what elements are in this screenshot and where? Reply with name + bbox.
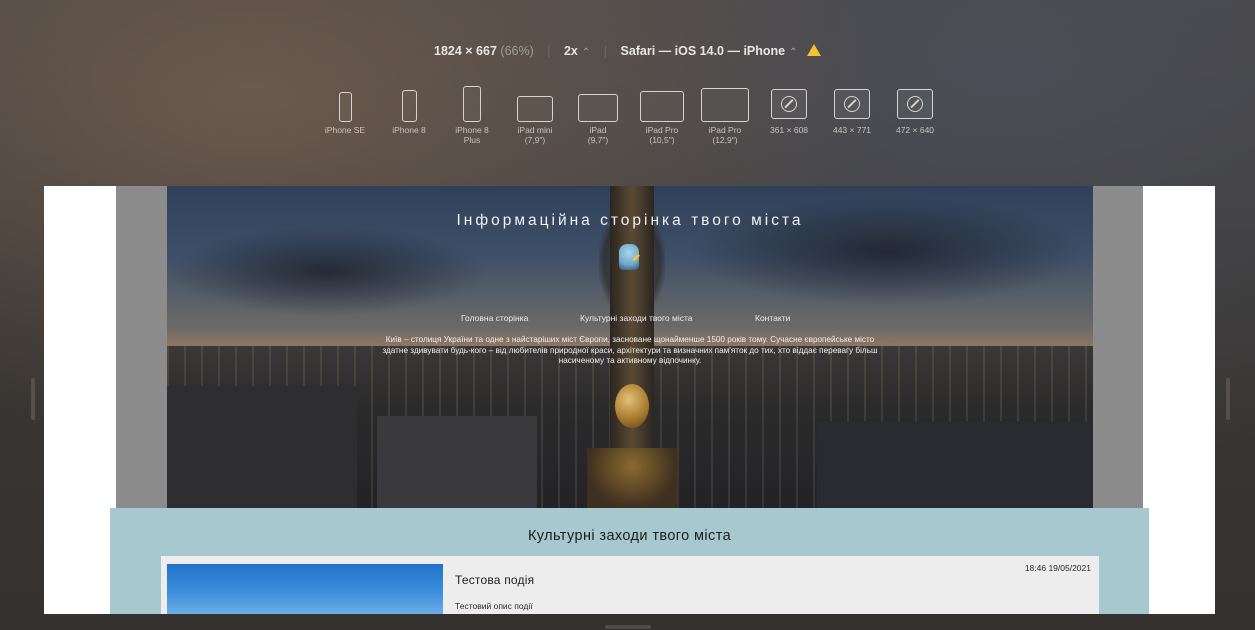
phone-icon <box>463 86 481 122</box>
device-label: iPhone SE <box>324 125 366 135</box>
tablet-icon <box>517 96 553 122</box>
pixel-ratio-label: 2x <box>563 44 578 58</box>
phone-icon <box>401 90 417 122</box>
tablet-icon <box>578 94 618 122</box>
warning-icon[interactable] <box>807 44 821 56</box>
device-custom-443x771[interactable]: 443 × 771 <box>817 86 887 135</box>
events-section: Культурні заходи твого міста Тестова под… <box>110 508 1149 614</box>
device-ipad[interactable]: iPad (9,7") <box>563 86 633 145</box>
page-preview: Інформаційна сторінка твого міста Головн… <box>44 186 1215 614</box>
user-agent-label: Safari — iOS 14.0 — iPhone <box>620 44 786 58</box>
main-nav: Головна сторінка Культурні заходи твого … <box>167 313 1093 327</box>
device-iphone-8-plus[interactable]: iPhone 8 Plus <box>437 86 507 145</box>
resolution-label: 1824 × 667 <box>434 44 497 58</box>
device-label: 443 × 771 <box>832 125 872 135</box>
chevron-updown-icon: ⌃ <box>581 47 591 58</box>
device-label: 361 × 608 <box>769 125 809 135</box>
zoom-label: (66%) <box>500 44 534 58</box>
logo-icon <box>619 244 639 270</box>
device-iphone-8[interactable]: iPhone 8 <box>374 86 444 135</box>
device-ipad-pro-10[interactable]: iPad Pro (10,5") <box>627 86 697 145</box>
device-presets: iPhone SE iPhone 8 iPhone 8 Plus iPad mi… <box>0 86 1255 156</box>
responsive-toolbar-info: 1824 × 667 (66%) | 2x ⌃ | Safari — iOS 14… <box>0 44 1255 58</box>
event-datetime: 18:46 19/05/2021 <box>1024 563 1091 573</box>
device-ipad-pro-12[interactable]: iPad Pro (12,9") <box>690 86 760 145</box>
user-agent-selector[interactable]: Safari — iOS 14.0 — iPhone ⌃ <box>620 44 797 58</box>
chevron-updown-icon: ⌃ <box>789 47 798 58</box>
device-label: iPhone 8 Plus <box>455 125 489 145</box>
resize-handle-right[interactable] <box>1226 378 1230 420</box>
safari-compass-icon <box>771 89 807 119</box>
device-label: iPad Pro (12,9") <box>708 125 742 145</box>
nav-events-link[interactable]: Культурні заходи твого міста <box>580 313 693 323</box>
phone-icon <box>338 92 352 122</box>
safari-compass-icon <box>834 89 870 119</box>
resize-handle-bottom[interactable] <box>605 625 651 629</box>
separator: | <box>603 44 607 58</box>
device-label: iPad (9,7") <box>587 125 609 145</box>
safari-compass-icon <box>897 89 933 119</box>
device-ipad-mini[interactable]: iPad mini (7,9") <box>500 86 570 145</box>
device-custom-361x608[interactable]: 361 × 608 <box>754 86 824 135</box>
nav-contacts-link[interactable]: Контакти <box>755 313 790 323</box>
resize-handle-left[interactable] <box>31 378 35 420</box>
site-title: Інформаційна сторінка твого міста <box>456 212 804 229</box>
event-description: Тестовий опис події <box>455 601 533 611</box>
device-label: 472 × 640 <box>895 125 935 135</box>
pixel-ratio-selector[interactable]: 2x ⌃ <box>564 44 590 58</box>
nav-home-link[interactable]: Головна сторінка <box>461 313 528 323</box>
device-label: iPad mini (7,9") <box>517 125 553 145</box>
device-label: iPhone 8 <box>392 125 426 135</box>
event-title: Тестова подія <box>455 573 535 587</box>
tablet-icon <box>701 88 749 122</box>
device-iphone-se[interactable]: iPhone SE <box>310 86 380 135</box>
device-label: iPad Pro (10,5") <box>645 125 679 145</box>
event-card[interactable]: Тестова подія Тестовий опис події 18:46 … <box>161 556 1099 614</box>
events-heading: Культурні заходи твого міста <box>527 528 732 544</box>
tablet-icon <box>640 91 684 122</box>
separator: | <box>547 44 551 58</box>
event-image <box>167 564 443 614</box>
hero-section: Інформаційна сторінка твого міста Головн… <box>167 186 1093 508</box>
device-custom-472x640[interactable]: 472 × 640 <box>880 86 950 135</box>
city-intro-text: Київ – столиця України та одне з найстар… <box>382 335 878 365</box>
